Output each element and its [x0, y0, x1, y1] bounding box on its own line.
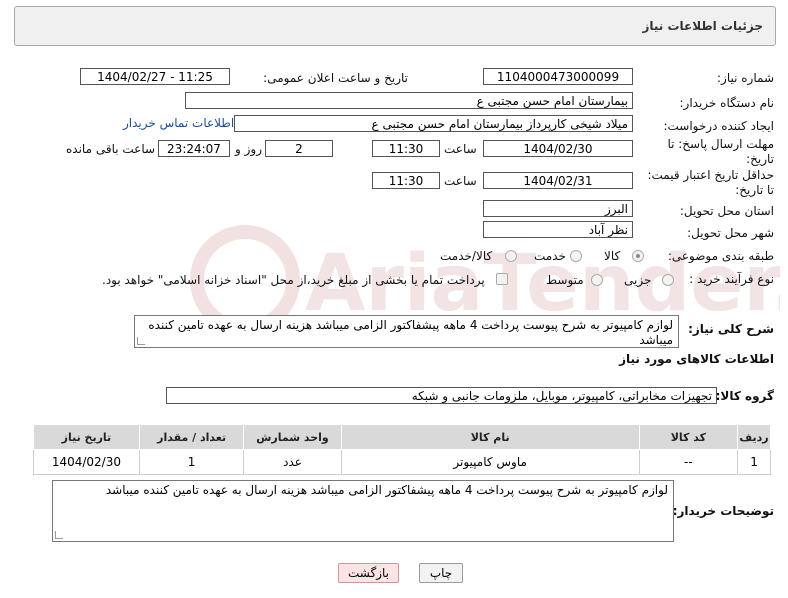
remaining-label: ساعت باقی مانده [66, 142, 156, 156]
contact-info-link[interactable]: اطلاعات تماس خریدار [123, 116, 234, 130]
cell-unit: عدد [243, 449, 342, 475]
creator-label: ایجاد کننده درخواست: [663, 119, 774, 133]
buyer-notes-textarea[interactable]: لوازم کامپیوتر به شرح پیوست پرداخت 4 ماه… [52, 480, 674, 542]
announce-label: تاریخ و ساعت اعلان عمومی: [263, 71, 408, 85]
announce-datetime-field: 1404/02/27 - 11:25 [80, 68, 230, 85]
col-need-date: تاریخ نیاز [33, 424, 140, 450]
goods-section-title: اطلاعات کالاهای مورد نیاز [619, 352, 774, 366]
buyer-org-field: بیمارستان امام حسن مجتبی ع [185, 92, 633, 109]
page-title: جزئیات اطلاعات نیاز [642, 19, 763, 33]
col-unit: واحد شمارش [243, 424, 342, 450]
cell-row: 1 [737, 449, 771, 475]
city-label: شهر محل تحویل: [687, 226, 774, 240]
province-field: البرز [483, 200, 633, 217]
resize-grip-icon[interactable] [55, 531, 63, 539]
summary-textarea[interactable]: لوازم کامپیوتر به شرح پیوست پرداخت 4 ماه… [134, 315, 679, 348]
buyer-notes-text: لوازم کامپیوتر به شرح پیوست پرداخت 4 ماه… [105, 483, 668, 497]
creator-field: میلاد شیخی کارپرداز بیمارستان امام حسن م… [234, 115, 633, 132]
col-row: ردیف [737, 424, 771, 450]
need-number-label: شماره نیاز: [717, 71, 774, 85]
category-option-both: کالا/خدمت [440, 249, 493, 263]
process-radio-medium[interactable] [591, 274, 603, 286]
remaining-time-field: 23:24:07 [158, 140, 230, 157]
process-option-medium: متوسط [546, 273, 584, 287]
days-label: روز و [235, 142, 262, 156]
table-row: 1 -- ماوس کامپیوتر عدد 1 1404/02/30 [33, 449, 771, 475]
cell-code: -- [638, 449, 739, 475]
cell-need-date: 1404/02/30 [33, 449, 140, 475]
category-option-goods: کالا [604, 249, 621, 263]
need-number-field: 1104000473000099 [483, 68, 633, 85]
min-price-label: حداقل تاریخ اعتبار قیمت: [647, 168, 774, 182]
category-radio-goods[interactable] [632, 250, 644, 262]
deadline-label: مهلت ارسال پاسخ: تا [667, 137, 774, 151]
back-button[interactable]: بازگشت [338, 563, 399, 583]
min-price-time-field: 11:30 [372, 172, 440, 189]
days-remaining-field: 2 [265, 140, 333, 157]
treasury-payment-checkbox[interactable] [496, 273, 508, 285]
category-radio-both[interactable] [505, 250, 517, 262]
category-label: طبقه بندی موضوعی: [667, 249, 774, 263]
process-option-minor: جزیی [624, 273, 652, 287]
process-radio-minor[interactable] [662, 274, 674, 286]
summary-text: لوازم کامپیوتر به شرح پیوست پرداخت 4 ماه… [148, 318, 673, 347]
category-radio-service[interactable] [570, 250, 582, 262]
cell-name: ماوس کامپیوتر [340, 449, 640, 475]
goods-group-label: گروه کالا: [715, 389, 774, 403]
summary-label: شرح کلی نیاز: [688, 322, 774, 336]
deadline-label-2: تاریخ: [746, 152, 774, 166]
deadline-date-field: 1404/02/30 [483, 140, 633, 157]
cell-quantity: 1 [138, 449, 245, 475]
col-name: نام کالا [340, 424, 640, 450]
process-label: نوع فرآیند خرید : [689, 272, 774, 286]
goods-table: ردیف کد کالا نام کالا واحد شمارش تعداد /… [33, 424, 771, 475]
category-option-service: خدمت [534, 249, 566, 263]
deadline-time-field: 11:30 [372, 140, 440, 157]
col-quantity: تعداد / مقدار [138, 424, 245, 450]
goods-table-header: ردیف کد کالا نام کالا واحد شمارش تعداد /… [33, 424, 771, 450]
header-bar: جزئیات اطلاعات نیاز [14, 6, 776, 46]
province-label: استان محل تحویل: [679, 204, 774, 218]
min-price-label-2: تا تاریخ: [735, 183, 774, 197]
min-price-time-label: ساعت [444, 174, 477, 188]
resize-grip-icon[interactable] [137, 337, 145, 345]
buyer-notes-label: توضیحات خریدار: [672, 504, 774, 518]
deadline-time-label: ساعت [444, 142, 477, 156]
city-field: نظر آباد [483, 221, 633, 238]
goods-group-field: تجهیزات مخابراتی، کامپیوتر، موبایل، ملزو… [166, 387, 717, 404]
col-code: کد کالا [638, 424, 739, 450]
print-button[interactable]: چاپ [419, 563, 463, 583]
buyer-org-label: نام دستگاه خریدار: [679, 96, 775, 110]
min-price-date-field: 1404/02/31 [483, 172, 633, 189]
treasury-payment-note: پرداخت تمام یا بخشی از مبلغ خرید،از محل … [102, 273, 485, 287]
